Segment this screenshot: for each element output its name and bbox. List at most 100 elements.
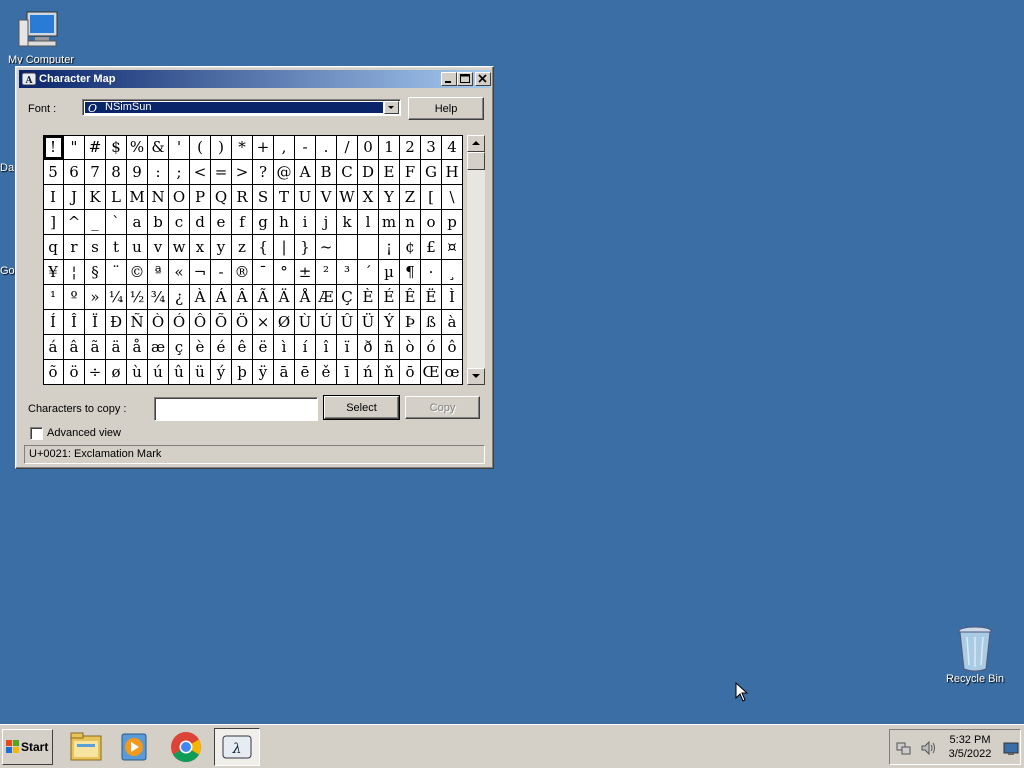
- clock[interactable]: 5:32 PM 3/5/2022: [945, 733, 995, 761]
- character-cell[interactable]: ©: [127, 260, 148, 285]
- character-cell[interactable]: 5: [43, 160, 64, 185]
- taskbar-file-explorer[interactable]: [66, 728, 106, 766]
- character-cell[interactable]: ¯: [253, 260, 274, 285]
- taskbar-media-player[interactable]: [115, 728, 155, 766]
- character-cell[interactable]: A: [295, 160, 316, 185]
- character-cell[interactable]: Ï: [85, 310, 106, 335]
- character-cell[interactable]: þ: [232, 360, 253, 385]
- character-cell[interactable]: ù: [127, 360, 148, 385]
- character-cell[interactable]: s: [85, 235, 106, 260]
- taskbar-character-map[interactable]: λ: [214, 728, 260, 766]
- character-cell[interactable]: ¶: [400, 260, 421, 285]
- character-cell[interactable]: P: [190, 185, 211, 210]
- character-cell[interactable]: ¥: [43, 260, 64, 285]
- character-cell[interactable]: M: [127, 185, 148, 210]
- character-cell[interactable]: x: [190, 235, 211, 260]
- character-cell[interactable]: i: [295, 210, 316, 235]
- desktop-icon-my-computer[interactable]: My Computer: [6, 10, 76, 64]
- font-dropdown[interactable]: O NSimSun: [82, 99, 401, 116]
- character-cell[interactable]: !: [43, 135, 64, 160]
- character-cell[interactable]: Í: [43, 310, 64, 335]
- character-cell[interactable]: E: [379, 160, 400, 185]
- character-cell[interactable]: y: [211, 235, 232, 260]
- character-cell[interactable]: S: [253, 185, 274, 210]
- select-button[interactable]: Select: [323, 395, 400, 420]
- start-button[interactable]: Start: [2, 729, 53, 765]
- character-cell[interactable]: ç: [169, 335, 190, 360]
- character-cell[interactable]: ]: [43, 210, 64, 235]
- character-cell[interactable]: B: [316, 160, 337, 185]
- character-cell[interactable]: ń: [358, 360, 379, 385]
- character-cell[interactable]: 6: [64, 160, 85, 185]
- character-cell[interactable]: °: [274, 260, 295, 285]
- character-cell[interactable]: /: [337, 135, 358, 160]
- character-cell[interactable]: ¦: [64, 260, 85, 285]
- taskbar-chrome[interactable]: [166, 728, 206, 766]
- scroll-thumb[interactable]: [467, 152, 485, 170]
- character-cell[interactable]: -: [211, 260, 232, 285]
- character-cell[interactable]: %: [127, 135, 148, 160]
- character-cell[interactable]: º: [64, 285, 85, 310]
- character-cell[interactable]: ß: [421, 310, 442, 335]
- character-cell[interactable]: Õ: [211, 310, 232, 335]
- maximize-button[interactable]: [457, 72, 473, 86]
- character-cell[interactable]: ñ: [379, 335, 400, 360]
- character-cell[interactable]: ì: [274, 335, 295, 360]
- character-cell[interactable]: ň: [379, 360, 400, 385]
- character-cell[interactable]: ´: [358, 260, 379, 285]
- network-icon[interactable]: [896, 740, 912, 756]
- character-cell[interactable]: é: [211, 335, 232, 360]
- character-cell[interactable]: g: [253, 210, 274, 235]
- character-cell[interactable]: Ú: [316, 310, 337, 335]
- character-cell[interactable]: #: [85, 135, 106, 160]
- character-cell[interactable]: Ò: [148, 310, 169, 335]
- desktop-icon-recycle-bin[interactable]: Recycle Bin: [940, 625, 1010, 685]
- character-cell[interactable]: ø: [106, 360, 127, 385]
- character-cell[interactable]: H: [442, 160, 463, 185]
- character-cell[interactable]: ±: [295, 260, 316, 285]
- character-cell[interactable]: ¾: [148, 285, 169, 310]
- advanced-view-label[interactable]: Advanced view: [47, 427, 121, 439]
- character-cell[interactable]: ë: [253, 335, 274, 360]
- character-cell[interactable]: 7: [85, 160, 106, 185]
- character-cell[interactable]: å: [127, 335, 148, 360]
- character-cell[interactable]: Î: [64, 310, 85, 335]
- character-cell[interactable]: ": [64, 135, 85, 160]
- character-cell[interactable]: Ñ: [127, 310, 148, 335]
- character-cell[interactable]: í: [295, 335, 316, 360]
- character-cell[interactable]: ³: [337, 260, 358, 285]
- character-cell[interactable]: ¨: [106, 260, 127, 285]
- advanced-view-checkbox[interactable]: [30, 427, 43, 440]
- character-cell[interactable]: Ç: [337, 285, 358, 310]
- character-cell[interactable]: O: [169, 185, 190, 210]
- minimize-button[interactable]: [441, 72, 457, 86]
- character-cell[interactable]: J: [64, 185, 85, 210]
- font-dropdown-button[interactable]: [384, 101, 399, 114]
- character-cell[interactable]: æ: [148, 335, 169, 360]
- character-cell[interactable]: G: [421, 160, 442, 185]
- character-cell[interactable]: È: [358, 285, 379, 310]
- character-grid-scrollbar[interactable]: [467, 135, 485, 385]
- character-cell[interactable]: Ö: [232, 310, 253, 335]
- character-cell[interactable]: (: [190, 135, 211, 160]
- show-desktop-icon[interactable]: [1003, 742, 1019, 756]
- character-cell[interactable]: ½: [127, 285, 148, 310]
- character-cell[interactable]: É: [379, 285, 400, 310]
- character-cell[interactable]: c: [169, 210, 190, 235]
- character-cell[interactable]: [: [421, 185, 442, 210]
- character-cell[interactable]: ): [211, 135, 232, 160]
- character-cell[interactable]: u: [127, 235, 148, 260]
- character-cell[interactable]: 8: [106, 160, 127, 185]
- character-cell[interactable]: W: [337, 185, 358, 210]
- character-cell[interactable]: ·: [421, 260, 442, 285]
- character-cell[interactable]: Å: [295, 285, 316, 310]
- character-cell[interactable]: è: [190, 335, 211, 360]
- character-cell[interactable]: {: [253, 235, 274, 260]
- character-cell[interactable]: =: [211, 160, 232, 185]
- character-cell[interactable]: Ü: [358, 310, 379, 335]
- character-cell[interactable]: _: [85, 210, 106, 235]
- character-cell[interactable]: ¼: [106, 285, 127, 310]
- character-cell[interactable]: |: [274, 235, 295, 260]
- character-cell[interactable]: ¤: [442, 235, 463, 260]
- character-cell[interactable]: Ô: [190, 310, 211, 335]
